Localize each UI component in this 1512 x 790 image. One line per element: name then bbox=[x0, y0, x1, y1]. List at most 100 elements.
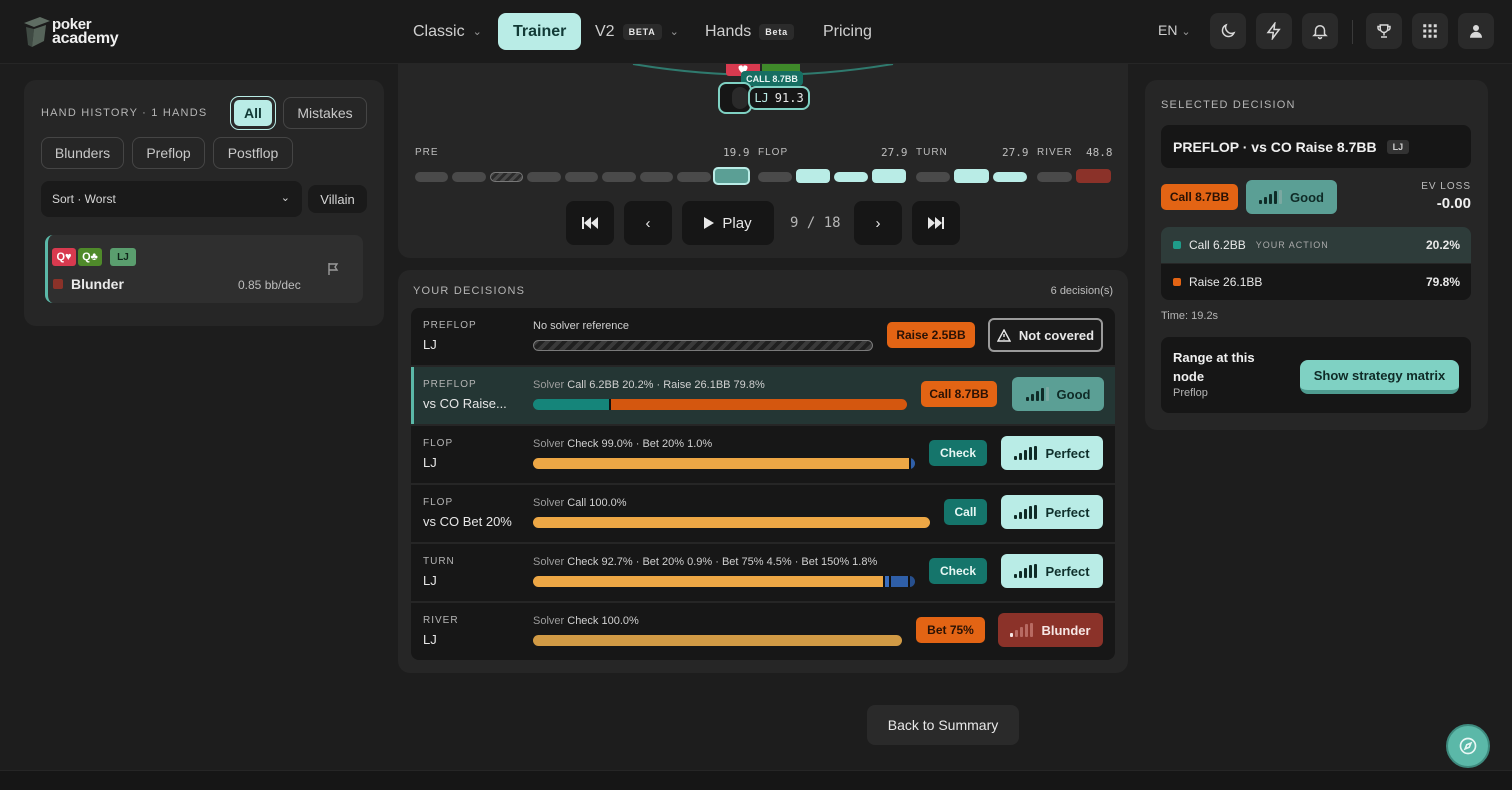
back-to-summary-button[interactable]: Back to Summary bbox=[867, 705, 1019, 745]
sort-select[interactable]: Sort · Worst ⌄ bbox=[41, 181, 302, 217]
position-badge: LJ bbox=[110, 248, 136, 266]
play-icon bbox=[704, 217, 715, 229]
solver-frequency-bar bbox=[533, 517, 930, 528]
decision-row[interactable]: FLOP LJ Solver Check 99.0% · Bet 20% 1.0… bbox=[411, 426, 1115, 483]
timeline-step[interactable] bbox=[415, 172, 448, 182]
first-step-button[interactable] bbox=[566, 201, 614, 245]
help-fab-button[interactable] bbox=[1446, 724, 1490, 768]
timeline-step-current[interactable] bbox=[713, 167, 750, 185]
hand-history-item[interactable]: Q♥ Q♣ LJ Blunder 0.85 bb/dec bbox=[45, 235, 363, 303]
solver-frequency-bar bbox=[533, 458, 915, 469]
timeline-step[interactable] bbox=[640, 172, 673, 182]
your-action-badge: Call 8.7BB bbox=[921, 381, 997, 407]
user-icon bbox=[1470, 25, 1482, 38]
next-step-button[interactable]: › bbox=[854, 201, 902, 245]
mortarboard-icon bbox=[24, 17, 50, 47]
signal-bars-icon bbox=[1014, 564, 1038, 578]
solver-summary: No solver reference bbox=[533, 320, 629, 332]
quick-actions-button[interactable] bbox=[1256, 13, 1292, 49]
filter-preflop-button[interactable]: Preflop bbox=[132, 137, 205, 169]
solver-summary: Solver Check 99.0% · Bet 20% 1.0% bbox=[533, 438, 713, 450]
footer-bar bbox=[0, 770, 1512, 790]
grade-badge: Good bbox=[1012, 377, 1104, 411]
decision-row-selected[interactable]: PREFLOP vs CO Raise... Solver Call 6.2BB… bbox=[411, 367, 1115, 424]
step-counter: 9 / 18 bbox=[790, 215, 841, 231]
notifications-button[interactable] bbox=[1302, 13, 1338, 49]
range-street: Preflop bbox=[1173, 387, 1208, 399]
timeline-step[interactable] bbox=[872, 169, 906, 183]
timeline-step[interactable] bbox=[1076, 169, 1111, 183]
timeline-step[interactable] bbox=[954, 169, 989, 183]
timeline-step[interactable] bbox=[796, 169, 830, 183]
decision-row[interactable]: RIVER LJ Solver Check 100.0% Bet 75% Blu… bbox=[411, 603, 1115, 660]
signal-bars-icon bbox=[1014, 446, 1038, 460]
timeline-step[interactable] bbox=[758, 172, 792, 182]
timeline-step[interactable] bbox=[602, 172, 636, 182]
solver-summary: Solver Check 100.0% bbox=[533, 615, 639, 627]
previous-step-button[interactable]: ‹ bbox=[624, 201, 672, 245]
signal-bars-icon bbox=[1010, 623, 1034, 637]
call-action-tag: CALL 8.7BB bbox=[741, 71, 803, 86]
your-action-tag: YOUR ACTION bbox=[1255, 240, 1329, 250]
decision-row[interactable]: FLOP vs CO Bet 20% Solver Call 100.0% Ca… bbox=[411, 485, 1115, 542]
filter-postflop-button[interactable]: Postflop bbox=[213, 137, 293, 169]
filter-all-button[interactable]: All bbox=[230, 96, 276, 130]
grade-badge: Not covered bbox=[988, 318, 1103, 352]
chevron-down-icon: ⌄ bbox=[669, 26, 679, 38]
grade-badge: Perfect bbox=[1001, 495, 1103, 529]
nav-pricing[interactable]: Pricing bbox=[823, 13, 872, 50]
nav-v2[interactable]: V2 BETA ⌄ bbox=[595, 13, 679, 50]
decisions-count: 6 decision(s) bbox=[1050, 285, 1113, 297]
profile-button[interactable] bbox=[1458, 13, 1494, 49]
timeline-step[interactable] bbox=[527, 172, 561, 182]
timeline-preflop-pot: 19.9 bbox=[723, 146, 750, 159]
hand-score: 0.85 bb/dec bbox=[238, 278, 301, 292]
timeline-step[interactable] bbox=[452, 172, 486, 182]
your-action-badge: Check bbox=[929, 440, 987, 466]
show-strategy-matrix-button[interactable]: Show strategy matrix bbox=[1300, 360, 1459, 394]
chevron-right-icon: › bbox=[875, 214, 881, 232]
filter-blunders-button[interactable]: Blunders bbox=[41, 137, 124, 169]
nav-hands[interactable]: Hands Beta bbox=[705, 13, 794, 50]
villain-filter-button[interactable]: Villain bbox=[308, 185, 367, 213]
player-avatar bbox=[718, 82, 752, 114]
last-step-button[interactable] bbox=[912, 201, 960, 245]
timeline-step[interactable] bbox=[490, 172, 523, 182]
decision-time: Time: 19.2s bbox=[1161, 310, 1219, 322]
beta-badge: BETA bbox=[622, 23, 662, 40]
language-select[interactable]: EN ⌄ bbox=[1158, 22, 1191, 38]
hand-history-title: HAND HISTORY · 1 HANDS bbox=[41, 107, 208, 119]
seat-stack: 91.3 bbox=[774, 91, 804, 105]
timeline-step[interactable] bbox=[916, 172, 950, 182]
solver-frequency-bar bbox=[533, 340, 873, 351]
solver-option-row: Call 6.2BB YOUR ACTION 20.2% bbox=[1161, 227, 1471, 263]
grade-badge: Perfect bbox=[1001, 436, 1103, 470]
timeline-step[interactable] bbox=[993, 172, 1027, 182]
selected-spot: PREFLOP · vs CO Raise 8.7BB bbox=[1173, 138, 1377, 155]
apps-button[interactable] bbox=[1412, 13, 1448, 49]
player-seat: LJ 91.3 bbox=[748, 86, 810, 110]
play-button[interactable]: Play bbox=[682, 201, 774, 245]
decision-row[interactable]: PREFLOP LJ No solver reference Raise 2.5… bbox=[411, 308, 1115, 365]
decision-row[interactable]: TURN LJ Solver Check 92.7% · Bet 20% 0.9… bbox=[411, 544, 1115, 601]
timeline-step[interactable] bbox=[1037, 172, 1072, 182]
nav-trainer[interactable]: Trainer bbox=[498, 13, 582, 50]
flag-icon[interactable] bbox=[327, 262, 339, 276]
nav-classic[interactable]: Classic ⌄ bbox=[413, 13, 482, 50]
achievements-button[interactable] bbox=[1366, 13, 1402, 49]
solver-frequency-bar bbox=[533, 576, 915, 587]
brand-line2: academy bbox=[52, 30, 119, 47]
timeline-step[interactable] bbox=[834, 172, 868, 182]
solver-summary: Solver Call 6.2BB 20.2% · Raise 26.1BB 7… bbox=[533, 379, 765, 391]
logo[interactable]: poker academy bbox=[22, 15, 132, 51]
grade-badge: Blunder bbox=[998, 613, 1103, 647]
theme-toggle-button[interactable] bbox=[1210, 13, 1246, 49]
blunder-indicator bbox=[53, 279, 63, 289]
timeline-preflop-label: PRE bbox=[415, 147, 439, 158]
timeline-step[interactable] bbox=[565, 172, 598, 182]
timeline-river-pot: 48.8 bbox=[1086, 146, 1113, 159]
filter-mistakes-button[interactable]: Mistakes bbox=[283, 97, 367, 129]
compass-icon bbox=[1459, 737, 1477, 755]
timeline-step[interactable] bbox=[677, 172, 711, 182]
selected-spot-header: PREFLOP · vs CO Raise 8.7BB LJ bbox=[1161, 125, 1471, 168]
